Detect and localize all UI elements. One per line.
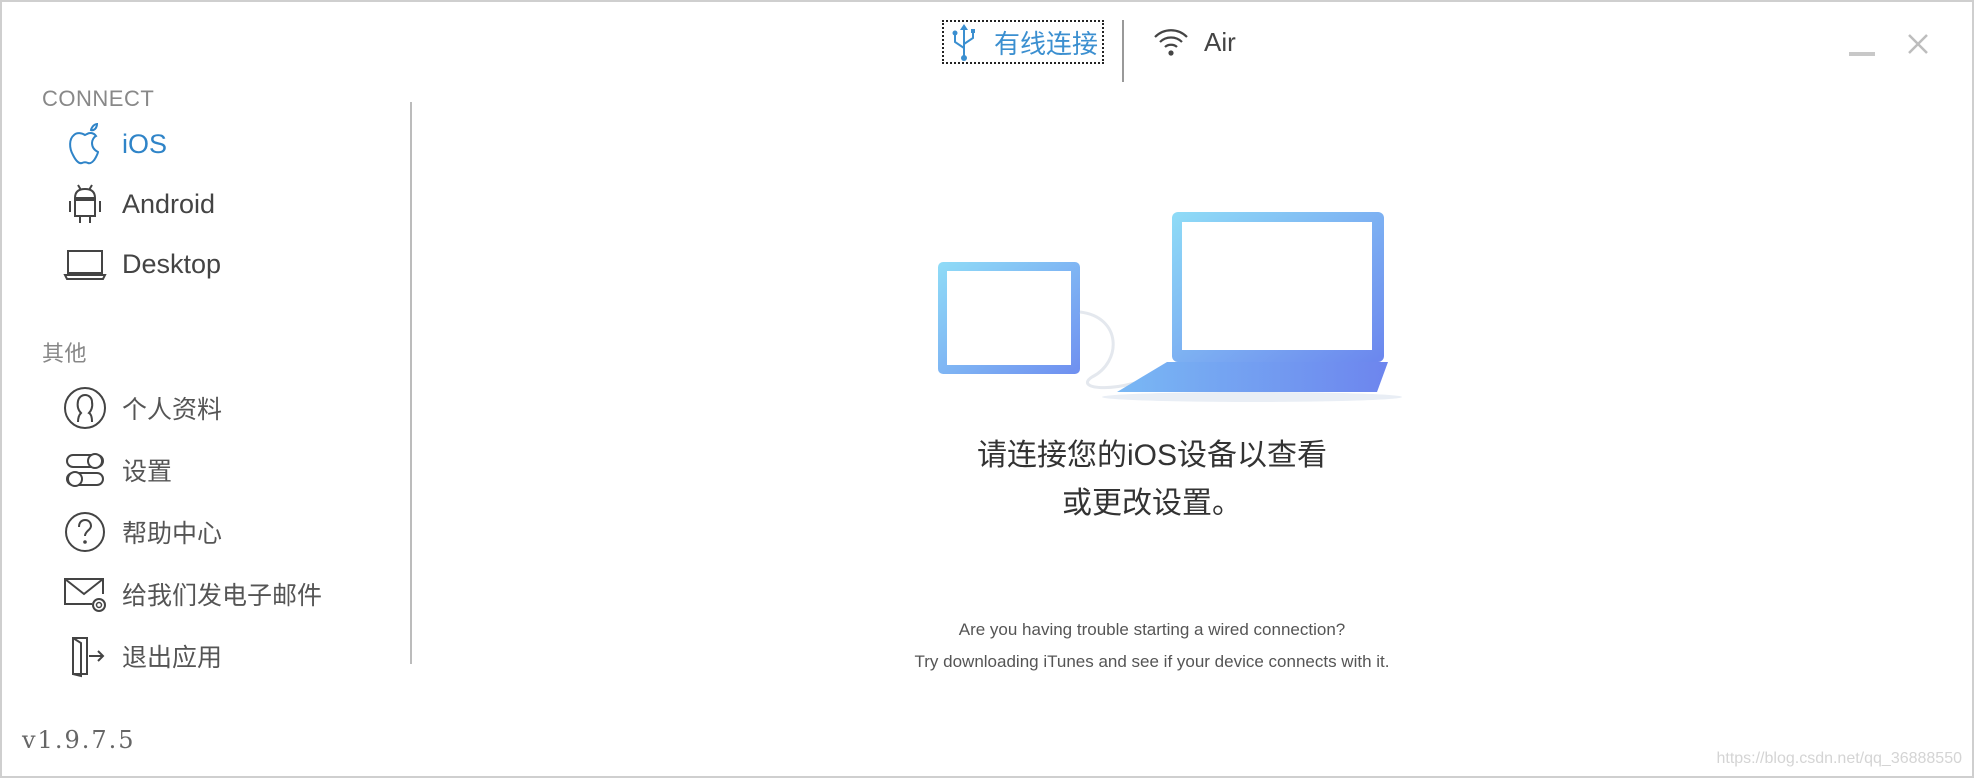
connect-instruction-line2: 或更改设置。 (1062, 487, 1242, 520)
sidebar-item-label: Desktop (122, 248, 222, 279)
sidebar-item-ios[interactable]: iOS (62, 118, 167, 170)
apple-icon (62, 121, 108, 167)
sidebar-item-profile[interactable]: 个人资料 (62, 382, 222, 434)
sidebar-item-label: 给我们发电子邮件 (122, 582, 323, 610)
settings-toggle-icon (62, 447, 108, 493)
exit-icon (62, 633, 108, 679)
sidebar-item-settings[interactable]: 设置 (62, 444, 172, 496)
help-icon (62, 509, 108, 555)
sidebar-item-label: Android (122, 188, 216, 219)
sidebar-item-label: 个人资料 (122, 396, 223, 424)
device-connection-illustration (922, 202, 1402, 412)
sidebar-item-label: 帮助中心 (122, 520, 223, 548)
android-icon (62, 181, 108, 227)
sidebar-item-label: iOS (122, 128, 168, 159)
sidebar-item-android[interactable]: Android (62, 178, 215, 230)
main-content: 请连接您的iOS设备以查看 或更改设置。 Are you having trou… (412, 2, 1972, 776)
troubleshoot-hint-line2: Try downloading iTunes and see if your d… (914, 652, 1390, 671)
version-label: v1.9.7.5 (22, 726, 136, 754)
connect-instruction-line1: 请连接您的iOS设备以查看 (976, 439, 1327, 472)
sidebar-item-exit[interactable]: 退出应用 (62, 630, 222, 682)
sidebar-item-desktop[interactable]: Desktop (62, 238, 221, 290)
sidebar-item-label: 退出应用 (122, 644, 223, 672)
sidebar-item-email[interactable]: 给我们发电子邮件 (62, 568, 322, 620)
user-profile-icon (62, 385, 108, 431)
email-icon (62, 571, 108, 617)
troubleshoot-hint-line1: Are you having trouble starting a wired … (958, 620, 1346, 639)
sidebar-item-label: 设置 (122, 458, 173, 486)
troubleshoot-hint: Are you having trouble starting a wired … (332, 614, 1972, 678)
app-window: CONNECT iOS Android Desktop 其他 个人资料 设置 帮… (0, 0, 1974, 778)
other-section-title: 其他 (42, 341, 88, 366)
sidebar-item-help[interactable]: 帮助中心 (62, 506, 222, 558)
watermark: https://blog.csdn.net/qq_36888550 (1716, 750, 1962, 767)
laptop-icon (62, 241, 108, 287)
connect-section-title: CONNECT (42, 86, 155, 111)
connect-instruction: 请连接您的iOS设备以查看 或更改设置。 (332, 432, 1972, 528)
